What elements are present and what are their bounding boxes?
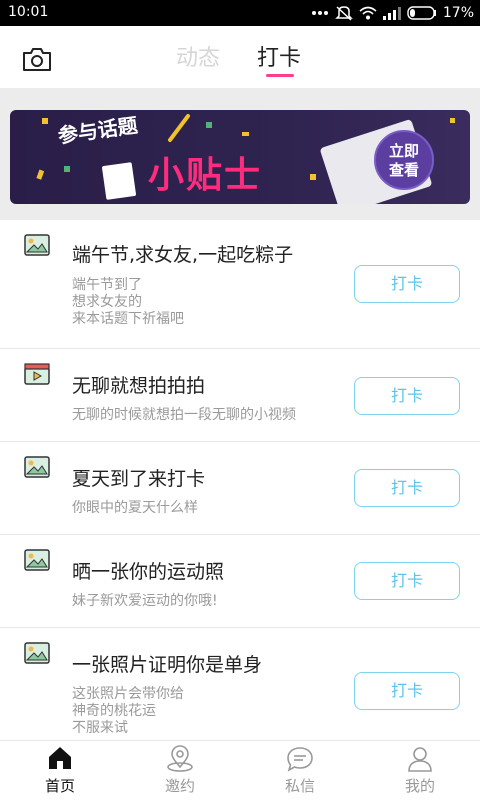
wifi-icon <box>359 6 377 20</box>
checkin-button[interactable]: 打卡 <box>354 469 460 507</box>
topic-desc: 你眼中的夏天什么样 <box>72 500 198 516</box>
topic-desc: 这张照片会带你给 神奇的桃花运 不服来试 <box>72 686 184 736</box>
topic-item[interactable]: 夏天到了来打卡 你眼中的夏天什么样 打卡 <box>0 442 480 535</box>
view-now-line1: 立即 <box>388 142 419 160</box>
top-nav: 动态 打卡 <box>0 26 480 88</box>
topic-title: 无聊就想拍拍拍 <box>72 375 206 397</box>
topic-item[interactable]: 端午节,求女友,一起吃粽子 端午节到了 想求女友的 来本话题下祈福吧 打卡 <box>0 220 480 349</box>
topic-title: 一张照片证明你是单身 <box>72 654 263 676</box>
note-paper-graphic <box>101 162 137 200</box>
bottom-nav: 首页 邀约 私信 我的 <box>0 740 480 800</box>
image-icon <box>24 456 50 478</box>
nav-invite[interactable]: 邀约 <box>140 745 220 796</box>
nav-messages-label: 私信 <box>284 777 315 795</box>
topic-desc: 端午节到了 想求女友的 来本话题下祈福吧 <box>72 277 184 327</box>
topic-list: 端午节,求女友,一起吃粽子 端午节到了 想求女友的 来本话题下祈福吧 打卡 无聊… <box>0 220 480 748</box>
nav-home-label: 首页 <box>44 777 75 795</box>
banner-title: 小贴士 <box>148 155 263 196</box>
camera-icon[interactable] <box>22 46 52 72</box>
image-icon <box>24 642 50 664</box>
tips-banner[interactable]: 参与话题 小贴士 立即 查看 <box>10 110 470 204</box>
checkin-button[interactable]: 打卡 <box>354 672 460 710</box>
topic-desc: 无聊的时候就想拍一段无聊的小视频 <box>72 407 296 423</box>
topic-title: 夏天到了来打卡 <box>72 468 206 490</box>
nav-home[interactable]: 首页 <box>20 745 100 796</box>
nav-profile-label: 我的 <box>404 777 435 795</box>
image-icon <box>24 234 50 256</box>
signal-icon <box>382 6 401 20</box>
user-icon <box>380 745 460 773</box>
nav-profile[interactable]: 我的 <box>380 745 460 796</box>
view-now-line2: 查看 <box>388 161 419 179</box>
checkin-button[interactable]: 打卡 <box>354 265 460 303</box>
tab-dynamic[interactable]: 动态 <box>176 40 220 72</box>
nav-invite-label: 邀约 <box>164 777 195 795</box>
view-now-button[interactable]: 立即 查看 <box>374 130 434 190</box>
checkin-button[interactable]: 打卡 <box>354 377 460 415</box>
status-bar: 10:01 17% <box>0 0 480 26</box>
battery-percent: 17% <box>442 5 474 21</box>
home-icon <box>20 745 100 773</box>
topic-item[interactable]: 一张照片证明你是单身 这张照片会带你给 神奇的桃花运 不服来试 打卡 <box>0 628 480 748</box>
battery-icon <box>407 6 437 20</box>
image-icon <box>24 549 50 571</box>
topic-item[interactable]: 晒一张你的运动照 妹子新欢爱运动的你哦! 打卡 <box>0 535 480 628</box>
video-icon <box>24 363 50 385</box>
topic-item[interactable]: 无聊就想拍拍拍 无聊的时候就想拍一段无聊的小视频 打卡 <box>0 349 480 442</box>
topic-title: 端午节,求女友,一起吃粽子 <box>72 244 294 266</box>
tab-checkin[interactable]: 打卡 <box>257 40 301 72</box>
nav-messages[interactable]: 私信 <box>260 745 340 796</box>
location-icon <box>140 745 220 773</box>
topic-desc: 妹子新欢爱运动的你哦! <box>72 593 218 609</box>
checkin-button[interactable]: 打卡 <box>354 562 460 600</box>
message-icon <box>260 745 340 773</box>
more-dots-icon <box>311 10 329 16</box>
topic-title: 晒一张你的运动照 <box>72 561 225 583</box>
active-tab-indicator <box>266 74 294 77</box>
banner-area: 参与话题 小贴士 立即 查看 <box>0 88 480 220</box>
status-time: 10:01 <box>8 4 49 20</box>
mute-icon <box>335 5 353 21</box>
